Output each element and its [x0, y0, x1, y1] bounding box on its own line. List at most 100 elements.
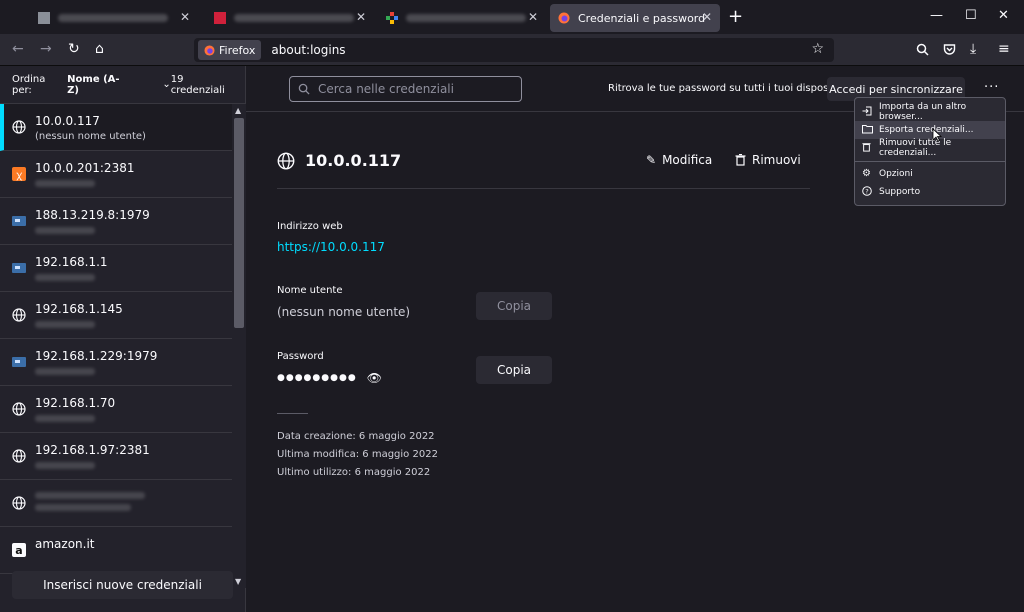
globe-icon	[277, 152, 295, 169]
tab-label-blurred	[406, 14, 526, 22]
reload-icon[interactable]: ↻	[68, 41, 80, 57]
web-address-label: Indirizzo web	[277, 221, 343, 232]
copy-username-button[interactable]: Copia	[476, 292, 552, 320]
login-title-text: 10.0.0.117	[305, 151, 402, 170]
scroll-up-icon[interactable]: ▲	[235, 106, 241, 115]
import-icon	[862, 106, 872, 116]
divider	[277, 188, 810, 189]
login-item-title: 192.168.1.70	[35, 396, 116, 410]
login-item[interactable]: 192.168.1.70	[0, 386, 232, 433]
login-item[interactable]: ꭓ 10.0.0.201:2381	[0, 151, 232, 198]
svg-text:?: ?	[865, 188, 868, 196]
firefox-icon	[558, 12, 570, 24]
search-icon[interactable]	[916, 43, 929, 56]
tab-favicon-icon	[386, 12, 398, 24]
new-tab-icon[interactable]: +	[728, 8, 743, 26]
copy-password-button[interactable]: Copia	[476, 356, 552, 384]
search-placeholder: Cerca nelle credenziali	[318, 82, 454, 96]
login-item-username-blurred	[35, 180, 95, 187]
login-item-title: 192.168.1.229:1979	[35, 349, 158, 363]
menu-item-label: Rimuovi tutte le credenziali...	[879, 138, 952, 158]
forward-icon[interactable]: →	[40, 41, 52, 57]
trash-icon	[862, 143, 871, 152]
tab-favicon-icon	[214, 12, 226, 24]
trash-icon	[735, 154, 746, 166]
login-item[interactable]: a amazon.it	[0, 527, 232, 574]
close-tab-icon[interactable]: ✕	[180, 10, 190, 24]
pocket-icon[interactable]	[943, 43, 956, 56]
remove-button[interactable]: Rimuovi	[735, 153, 801, 167]
logins-count: 19 credenziali	[170, 73, 225, 96]
maximize-icon[interactable]: ☐	[965, 8, 977, 23]
home-icon[interactable]: ⌂	[95, 41, 104, 57]
login-item-username-blurred	[35, 368, 95, 375]
menu-item-support[interactable]: ? Supporto	[855, 183, 1005, 201]
bookmark-star-icon[interactable]: ☆	[811, 41, 824, 57]
login-item[interactable]	[0, 480, 232, 527]
login-item[interactable]: 192.168.1.97:2381	[0, 433, 232, 480]
tab-blurred-2[interactable]: ✕	[206, 4, 374, 32]
web-address-link[interactable]: https://10.0.0.117	[277, 240, 385, 254]
svg-text:a: a	[15, 544, 22, 557]
login-item[interactable]: 192.168.1.229:1979	[0, 339, 232, 386]
menu-item-export[interactable]: Esporta credenziali...	[855, 121, 1005, 139]
tab-label: Credenziali e password	[578, 11, 706, 25]
add-login-button[interactable]: Inserisci nuove credenziali	[12, 571, 233, 599]
url-bar[interactable]: Firefox about:logins ☆	[194, 38, 834, 62]
minimize-icon[interactable]: —	[930, 8, 943, 23]
edit-button[interactable]: ✎ Modifica	[646, 153, 712, 167]
tab-blurred-3[interactable]: ✕	[378, 4, 546, 32]
identity-label: Firefox	[219, 43, 256, 57]
username-value: (nessun nome utente)	[277, 305, 411, 319]
sort-select[interactable]: Nome (A-Z)	[67, 74, 124, 96]
logins-sidebar: Ordina per: Nome (A-Z) ⌄ 19 credenziali …	[0, 66, 246, 612]
login-item[interactable]: 188.13.219.8:1979	[0, 198, 232, 245]
login-item-title-blurred	[35, 492, 145, 499]
more-menu-icon[interactable]: ···	[984, 80, 999, 95]
close-tab-icon[interactable]: ✕	[356, 10, 366, 24]
globe-icon	[12, 120, 26, 134]
sort-label: Ordina per:	[12, 73, 46, 96]
sync-promo-text: Ritrova le tue password su tutti i tuoi …	[608, 83, 847, 94]
login-item[interactable]: 10.0.0.117 (nessun nome utente)	[0, 104, 232, 151]
nav-bar: ← → ↻ ⌂ Firefox about:logins ☆ ⤓ ≡	[0, 34, 1024, 66]
scrollbar-thumb[interactable]	[234, 118, 244, 328]
login-item-title: 192.168.1.97:2381	[35, 443, 150, 457]
list-scrollbar[interactable]: ▲ ▼	[232, 104, 246, 588]
downloads-icon[interactable]: ⤓	[970, 41, 976, 57]
chevron-down-icon[interactable]: ⌄	[162, 79, 170, 90]
last-used-date: Ultimo utilizzo: 6 maggio 2022	[277, 467, 431, 478]
xampp-icon: ꭓ	[12, 167, 26, 181]
back-icon[interactable]: ←	[12, 41, 24, 57]
login-item-title: amazon.it	[35, 537, 95, 551]
identity-box[interactable]: Firefox	[198, 40, 262, 60]
menu-item-options[interactable]: ⚙ Opzioni	[855, 165, 1005, 183]
login-title: 10.0.0.117	[277, 151, 401, 170]
eye-icon[interactable]: 👁	[367, 371, 383, 385]
close-window-icon[interactable]: ✕	[998, 8, 1009, 23]
menu-item-remove-all[interactable]: Rimuovi tutte le credenziali...	[855, 138, 1005, 158]
app-menu-icon[interactable]: ≡	[998, 41, 1010, 57]
pencil-icon: ✎	[646, 153, 657, 167]
login-item[interactable]: 192.168.1.1	[0, 245, 232, 292]
search-input[interactable]: Cerca nelle credenziali	[289, 76, 522, 102]
scroll-down-icon[interactable]: ▼	[235, 577, 241, 586]
more-options-menu: Importa da un altro browser... Esporta c…	[854, 97, 1006, 206]
login-item-username-blurred	[35, 321, 95, 328]
close-tab-icon[interactable]: ✕	[528, 10, 538, 24]
tab-label-blurred	[234, 14, 354, 22]
password-label: Password	[277, 351, 324, 362]
tab-credentials[interactable]: Credenziali e password ✕	[550, 4, 720, 32]
login-item-title: 10.0.0.201:2381	[35, 161, 135, 175]
login-item[interactable]: 192.168.1.145	[0, 292, 232, 339]
tab-blurred-1[interactable]: ✕	[30, 4, 198, 32]
password-field: ●●●●●●●●● 👁	[277, 371, 383, 385]
username-label: Nome utente	[277, 285, 343, 296]
router-icon	[12, 263, 26, 273]
login-item-username-blurred	[35, 462, 95, 469]
close-tab-icon[interactable]: ✕	[702, 10, 712, 24]
firefox-icon	[204, 44, 215, 56]
menu-item-import[interactable]: Importa da un altro browser...	[855, 102, 1005, 122]
tab-favicon-icon	[38, 12, 50, 24]
login-item-title: 188.13.219.8:1979	[35, 208, 150, 222]
